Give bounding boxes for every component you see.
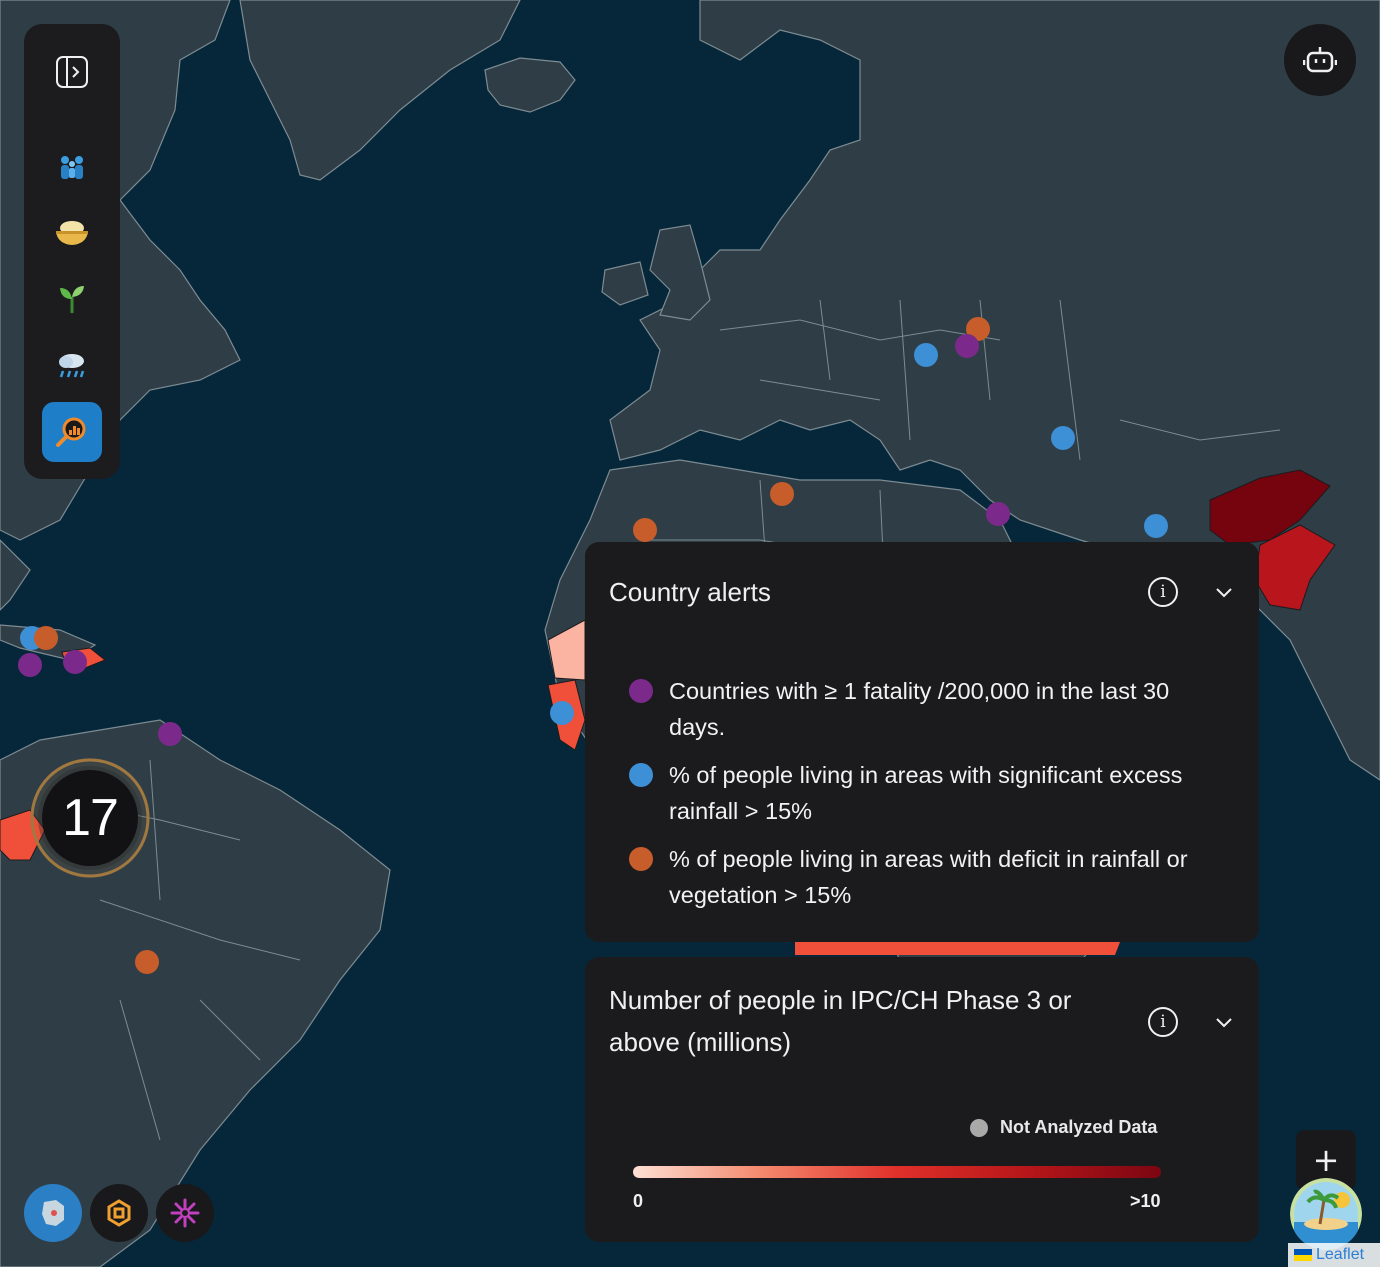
basemap-switch-button[interactable]	[1290, 1178, 1362, 1250]
cluster-marker[interactable]: 17	[28, 756, 152, 880]
country-alerts-panel: Country alerts i Countries with ≥ 1 fata…	[585, 542, 1259, 942]
alert-marker-deficit[interactable]	[135, 950, 159, 974]
rain-cloud-icon	[59, 354, 85, 378]
ipc-color-scale	[633, 1166, 1161, 1178]
sidebar-item-agriculture[interactable]	[42, 269, 102, 329]
alert-marker-fatality[interactable]	[18, 653, 42, 677]
ipc-east-africa[interactable]	[795, 942, 1120, 955]
land-greenland	[239, 0, 521, 181]
alert-marker-rainfall[interactable]	[914, 343, 938, 367]
hazard-icon	[107, 1199, 131, 1227]
food-bowl-icon	[56, 221, 88, 245]
alert-marker-fatality[interactable]	[63, 650, 87, 674]
leaflet-link[interactable]: Leaflet	[1316, 1246, 1364, 1264]
legend-item-excess-rainfall: % of people living in areas with signifi…	[629, 757, 1189, 829]
not-analyzed-dot	[970, 1118, 988, 1137]
ipc-phase-panel: Number of people in IPC/CH Phase 3 or ab…	[585, 957, 1259, 1242]
info-icon[interactable]: i	[1148, 1007, 1178, 1037]
panel-toggle-button[interactable]	[42, 42, 102, 102]
alert-marker-deficit[interactable]	[34, 626, 58, 650]
legend-label: % of people living in areas with deficit…	[669, 846, 1188, 908]
alert-marker-fatality[interactable]	[158, 722, 182, 746]
land-uk	[649, 224, 711, 321]
country-map-icon	[42, 1200, 64, 1226]
panel-title: Number of people in IPC/CH Phase 3 or ab…	[609, 985, 1072, 1057]
scale-max-label: >10	[1130, 1191, 1161, 1211]
panel-toggle-icon	[56, 56, 88, 88]
chevron-down-icon[interactable]	[1214, 585, 1234, 599]
sidebar-item-weather[interactable]	[42, 335, 102, 395]
alert-marker-rainfall[interactable]	[1144, 514, 1168, 538]
sprout-icon	[60, 286, 84, 313]
alert-marker-rainfall[interactable]	[550, 701, 574, 725]
legend-label: % of people living in areas with signifi…	[669, 762, 1183, 824]
alert-marker-deficit[interactable]	[770, 482, 794, 506]
alert-marker-rainfall[interactable]	[1051, 426, 1075, 450]
chevron-down-icon[interactable]	[1214, 1015, 1234, 1029]
alert-marker-fatality[interactable]	[986, 502, 1010, 526]
legend-dot	[629, 847, 653, 871]
asterisk-flower-icon	[170, 1198, 200, 1228]
people-icon	[61, 156, 83, 179]
layer-sidebar	[24, 24, 120, 479]
layer-toggle-button[interactable]	[90, 1184, 148, 1242]
legend-item-fatality: Countries with ≥ 1 fatality /200,000 in …	[629, 673, 1189, 745]
robot-icon	[1303, 47, 1337, 73]
scale-min-label: 0	[633, 1191, 644, 1211]
land-iceland	[484, 57, 576, 113]
not-analyzed-legend: Not Analyzed Data	[970, 1117, 1157, 1138]
map-attribution: Leaflet	[1288, 1243, 1380, 1267]
cluster-count: 17	[42, 770, 138, 866]
land-ireland	[601, 261, 649, 306]
sidebar-item-population[interactable]	[42, 137, 102, 197]
land-central-america	[0, 539, 31, 611]
legend-dot	[629, 763, 653, 787]
legend-item-deficit-rainfall: % of people living in areas with deficit…	[629, 841, 1189, 913]
ukraine-flag-icon	[1294, 1249, 1312, 1261]
magnifier-chart-icon	[56, 417, 86, 447]
chatbot-button[interactable]	[1284, 24, 1356, 96]
not-analyzed-label: Not Analyzed Data	[1000, 1117, 1158, 1137]
info-icon[interactable]: i	[1148, 577, 1178, 607]
sidebar-item-analysis[interactable]	[42, 402, 102, 462]
alert-marker-deficit[interactable]	[633, 518, 657, 542]
legend-label: Countries with ≥ 1 fatality /200,000 in …	[669, 678, 1170, 740]
alert-marker-fatality[interactable]	[955, 334, 979, 358]
panel-title: Country alerts	[609, 577, 771, 607]
layer-toggle-button[interactable]	[156, 1184, 214, 1242]
legend-dot	[629, 679, 653, 703]
plus-icon: +	[1312, 1141, 1340, 1179]
sidebar-item-food[interactable]	[42, 203, 102, 263]
beach-icon	[1290, 1178, 1362, 1250]
map-layer-button[interactable]	[24, 1184, 82, 1242]
